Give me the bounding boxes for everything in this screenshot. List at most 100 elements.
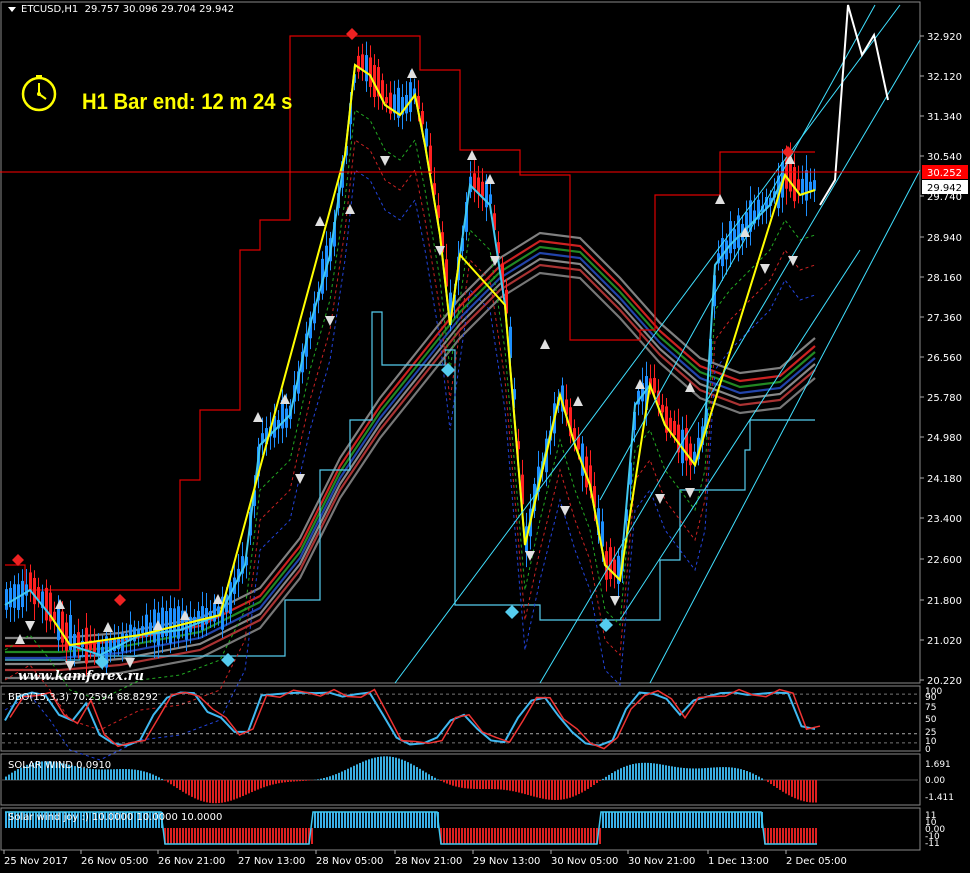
joy-bar-negative bbox=[794, 828, 796, 844]
solar-wind-bar-negative bbox=[281, 780, 283, 783]
joy-bar-positive bbox=[317, 812, 319, 828]
joy-bar-positive bbox=[386, 812, 388, 828]
joy-bar-positive bbox=[413, 812, 415, 828]
buy-arrow-icon bbox=[253, 412, 263, 422]
price-tick-label: 22.600 bbox=[927, 555, 962, 566]
time-tick-label: 28 Nov 21:00 bbox=[395, 856, 462, 867]
horizontal-line-price-label: 30.252 bbox=[927, 168, 962, 179]
price-tick-label: 28.160 bbox=[927, 273, 962, 284]
joy-bar-positive bbox=[335, 812, 337, 828]
solar-wind-tick-label: -1.411 bbox=[925, 793, 954, 803]
solar-wind-bar-positive bbox=[668, 765, 670, 780]
solar-wind-bar-positive bbox=[368, 759, 370, 780]
solar-wind-bar-negative bbox=[284, 780, 286, 783]
joy-bar-negative bbox=[476, 828, 478, 844]
solar-wind-bar-negative bbox=[200, 780, 202, 801]
solar-wind-bar-positive bbox=[14, 770, 16, 780]
solar-wind-bar-negative bbox=[485, 780, 487, 790]
solar-wind-bar-positive bbox=[410, 763, 412, 780]
joy-bar-positive bbox=[638, 812, 640, 828]
ribbon-band-line bbox=[5, 263, 816, 672]
joy-bar-negative bbox=[254, 828, 256, 844]
joy-bar-positive bbox=[728, 812, 730, 828]
buy-arrow-icon bbox=[407, 68, 417, 78]
joy-bar-positive bbox=[5, 812, 7, 828]
solar-wind-bar-positive bbox=[143, 771, 145, 780]
solar-wind-bar-positive bbox=[323, 778, 325, 780]
solar-wind-bar-negative bbox=[527, 780, 529, 795]
joy-bar-negative bbox=[305, 828, 307, 844]
joy-bar-positive bbox=[425, 812, 427, 828]
candle-body bbox=[173, 608, 176, 637]
solar-wind-bar-positive bbox=[749, 772, 751, 780]
sell-arrow-icon bbox=[380, 156, 390, 166]
solar-wind-bar-negative bbox=[512, 780, 514, 792]
solar-wind-bar-positive bbox=[719, 767, 721, 780]
solar-wind-bar-positive bbox=[389, 756, 391, 780]
joy-bar-positive bbox=[671, 812, 673, 828]
solar-wind-bar-negative bbox=[584, 780, 586, 791]
solar-wind-bar-positive bbox=[623, 766, 625, 780]
joy-bar-negative bbox=[539, 828, 541, 844]
solar-wind-bar-negative bbox=[176, 780, 178, 789]
solar-wind-bar-negative bbox=[806, 780, 808, 802]
clock-icon bbox=[21, 75, 57, 112]
solar-wind-bar-positive bbox=[710, 767, 712, 780]
time-tick-label: 29 Nov 13:00 bbox=[473, 856, 540, 867]
solar-wind-bar-positive bbox=[674, 766, 676, 780]
joy-bar-negative bbox=[506, 828, 508, 844]
candle-body bbox=[13, 584, 16, 608]
solar-wind-bar-negative bbox=[167, 780, 169, 783]
solar-wind-bar-positive bbox=[161, 778, 163, 780]
joy-bar-negative bbox=[572, 828, 574, 844]
solar-wind-bar-positive bbox=[377, 756, 379, 780]
solar-wind-bar-negative bbox=[221, 780, 223, 803]
solar-wind-bar-positive bbox=[431, 776, 433, 780]
solar-wind-bar-negative bbox=[533, 780, 535, 797]
joy-bar-positive bbox=[347, 812, 349, 828]
candle-body bbox=[169, 608, 172, 644]
joy-bar-negative bbox=[473, 828, 475, 844]
price-chart[interactable]: 32.92032.12031.34030.54029.74028.94028.1… bbox=[0, 0, 970, 873]
joy-bar-negative bbox=[224, 828, 226, 844]
solar-wind-bar-negative bbox=[290, 780, 292, 782]
solar-wind-bar-positive bbox=[647, 762, 649, 780]
joy-bar-negative bbox=[788, 828, 790, 844]
solar-wind-bar-negative bbox=[767, 780, 769, 783]
solar-wind-bar-positive bbox=[326, 777, 328, 780]
solar-wind-bar-positive bbox=[329, 776, 331, 780]
joy-bar-negative bbox=[503, 828, 505, 844]
joy-bar-negative bbox=[779, 828, 781, 844]
joy-bar-positive bbox=[635, 812, 637, 828]
time-tick-label: 26 Nov 21:00 bbox=[158, 856, 225, 867]
joy-bar-positive bbox=[365, 812, 367, 828]
joy-bar-negative bbox=[446, 828, 448, 844]
joy-bar-negative bbox=[497, 828, 499, 844]
solar-wind-bar-positive bbox=[113, 769, 115, 780]
joy-bar-negative bbox=[290, 828, 292, 844]
joy-bar-positive bbox=[314, 812, 316, 828]
joy-bar-negative bbox=[563, 828, 565, 844]
joy-bar-negative bbox=[491, 828, 493, 844]
joy-bar-negative bbox=[575, 828, 577, 844]
trend-line bbox=[599, 4, 876, 501]
buy-arrow-icon bbox=[315, 216, 325, 226]
time-tick-label: 26 Nov 05:00 bbox=[81, 856, 148, 867]
solar-wind-bar-negative bbox=[440, 780, 442, 781]
joy-bar-negative bbox=[296, 828, 298, 844]
joy-bar-positive bbox=[737, 812, 739, 828]
solar-wind-bar-negative bbox=[815, 780, 817, 803]
solar-wind-bar-negative bbox=[263, 780, 265, 788]
dropdown-triangle-icon[interactable] bbox=[8, 6, 16, 12]
solar-wind-bar-positive bbox=[11, 772, 13, 780]
joy-bar-negative bbox=[191, 828, 193, 844]
solar-wind-bar-positive bbox=[737, 768, 739, 780]
solar-wind-bar-positive bbox=[707, 767, 709, 780]
joy-bar-negative bbox=[173, 828, 175, 844]
solar-wind-bar-negative bbox=[236, 780, 238, 799]
red-diamond-icon bbox=[12, 554, 24, 566]
candle-body bbox=[653, 377, 656, 393]
solar-wind-bar-positive bbox=[659, 764, 661, 780]
joy-bar-positive bbox=[704, 812, 706, 828]
solar-wind-bar-positive bbox=[632, 764, 634, 780]
